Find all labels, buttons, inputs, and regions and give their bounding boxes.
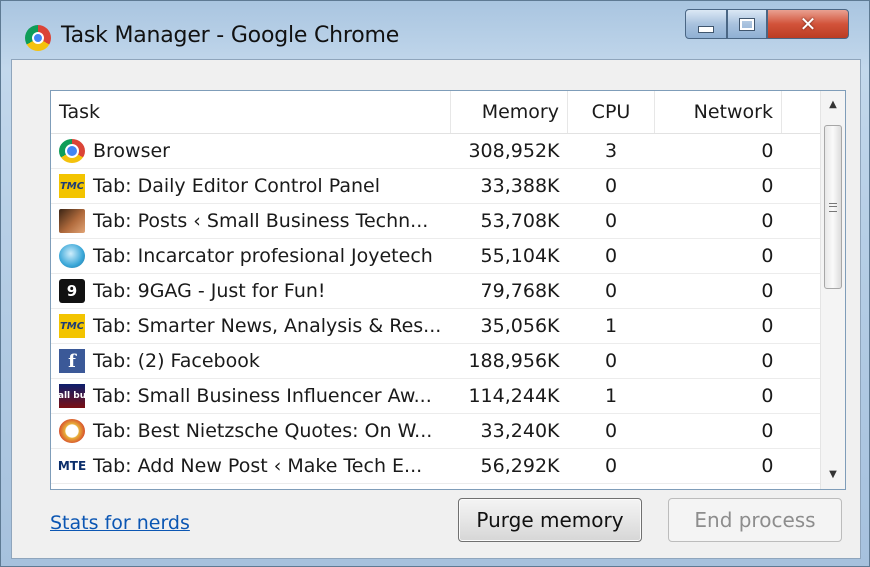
9gag-icon: 9: [59, 279, 85, 303]
column-header-network[interactable]: Network: [654, 91, 782, 134]
maximize-button[interactable]: [727, 9, 767, 39]
maximize-icon: [739, 17, 755, 31]
minimize-button[interactable]: [685, 9, 727, 39]
table-row[interactable]: Tab: Best Nietzsche Quotes: On W... 33,2…: [51, 413, 845, 449]
memory-value: 308,952K: [450, 133, 568, 169]
memory-value: 53,708K: [450, 203, 568, 239]
sbi-icon: all bu: [58, 384, 86, 408]
mte-icon: MTE: [57, 459, 87, 473]
task-name: Tab: Add New Post ‹ Make Tech E...: [93, 455, 423, 477]
task-name: Tab: Incarcator profesional Joyetech: [93, 245, 433, 267]
grip-icon: [829, 202, 837, 212]
network-value: 0: [654, 168, 782, 204]
task-manager-panel: Task Memory CPU Network FPS Browser 308,…: [11, 59, 861, 559]
cpu-value: 0: [567, 413, 655, 449]
task-name: Tab: Best Nietzsche Quotes: On W...: [93, 420, 433, 442]
cpu-value: 0: [567, 448, 655, 484]
profile-photo-icon: [59, 209, 85, 233]
cpu-value: 1: [567, 378, 655, 414]
cpu-value: 0: [567, 168, 655, 204]
task-name: Tab: Small Business Influencer Aw...: [93, 385, 432, 407]
task-table-frame: Task Memory CPU Network FPS Browser 308,…: [50, 90, 846, 490]
task-name: Tab: Daily Editor Control Panel: [93, 175, 380, 197]
close-icon: ✕: [799, 12, 817, 36]
cpu-value: 3: [567, 133, 655, 169]
memory-value: 56,292K: [450, 448, 568, 484]
scroll-up-icon[interactable]: ▲: [821, 93, 845, 115]
column-header-cpu[interactable]: CPU: [567, 91, 655, 134]
task-name: Tab: (2) Facebook: [93, 350, 260, 372]
chrome-icon: [59, 139, 85, 163]
table-row[interactable]: MTE Tab: Add New Post ‹ Make Tech E... 5…: [51, 448, 845, 484]
memory-value: 188,956K: [450, 343, 568, 379]
vertical-scrollbar[interactable]: ▲ ▼: [820, 91, 845, 489]
end-process-button[interactable]: End process: [668, 498, 842, 542]
network-value: 0: [654, 133, 782, 169]
cpu-value: 0: [567, 273, 655, 309]
network-value: 0: [654, 413, 782, 449]
task-name: Browser: [93, 140, 170, 162]
purge-memory-button[interactable]: Purge memory: [458, 498, 642, 542]
cpu-value: 0: [567, 203, 655, 239]
task-manager-window: Task Manager - Google Chrome ✕ Task Memo…: [0, 0, 870, 567]
memory-value: 114,244K: [450, 378, 568, 414]
column-header-memory[interactable]: Memory: [450, 91, 568, 134]
tmc-icon: TMC: [59, 174, 85, 198]
task-table: Task Memory CPU Network FPS Browser 308,…: [51, 91, 845, 484]
quotes-icon: [59, 419, 85, 443]
task-name: Tab: Posts ‹ Small Business Techn...: [93, 210, 429, 232]
table-row[interactable]: Browser 308,952K 3 0 N/A: [51, 133, 845, 169]
close-button[interactable]: ✕: [767, 9, 849, 39]
facebook-icon: f: [59, 349, 85, 373]
stats-for-nerds-link[interactable]: Stats for nerds: [50, 512, 190, 534]
network-value: 0: [654, 273, 782, 309]
table-row[interactable]: Tab: Posts ‹ Small Business Techn... 53,…: [51, 203, 845, 239]
table-row[interactable]: 9 Tab: 9GAG - Just for Fun! 79,768K 0 0 …: [51, 273, 845, 309]
network-value: 0: [654, 448, 782, 484]
task-name: Tab: Smarter News, Analysis & Res...: [93, 315, 442, 337]
network-value: 0: [654, 308, 782, 344]
cpu-value: 1: [567, 308, 655, 344]
cpu-value: 0: [567, 343, 655, 379]
network-value: 0: [654, 203, 782, 239]
memory-value: 35,056K: [450, 308, 568, 344]
network-value: 0: [654, 378, 782, 414]
scrollbar-thumb[interactable]: [824, 125, 842, 289]
droplet-icon: [59, 244, 85, 268]
table-header-row: Task Memory CPU Network FPS: [51, 91, 845, 134]
scroll-down-icon[interactable]: ▼: [821, 463, 845, 485]
table-row[interactable]: Tab: Incarcator profesional Joyetech 55,…: [51, 238, 845, 274]
memory-value: 55,104K: [450, 238, 568, 274]
table-row[interactable]: all bu Tab: Small Business Influencer Aw…: [51, 378, 845, 414]
table-row[interactable]: TMC Tab: Daily Editor Control Panel 33,3…: [51, 168, 845, 204]
cpu-value: 0: [567, 238, 655, 274]
chrome-icon: [25, 25, 51, 51]
window-title: Task Manager - Google Chrome: [61, 23, 400, 48]
task-name: Tab: 9GAG - Just for Fun!: [93, 280, 326, 302]
title-bar[interactable]: Task Manager - Google Chrome ✕: [1, 1, 869, 61]
tmc-icon: TMC: [59, 314, 85, 338]
memory-value: 79,768K: [450, 273, 568, 309]
table-row[interactable]: TMC Tab: Smarter News, Analysis & Res...…: [51, 308, 845, 344]
network-value: 0: [654, 238, 782, 274]
memory-value: 33,240K: [450, 413, 568, 449]
table-row[interactable]: f Tab: (2) Facebook 188,956K 0 0 61: [51, 343, 845, 379]
column-header-task[interactable]: Task: [51, 91, 451, 134]
network-value: 0: [654, 343, 782, 379]
minimize-icon: [698, 25, 714, 33]
memory-value: 33,388K: [450, 168, 568, 204]
